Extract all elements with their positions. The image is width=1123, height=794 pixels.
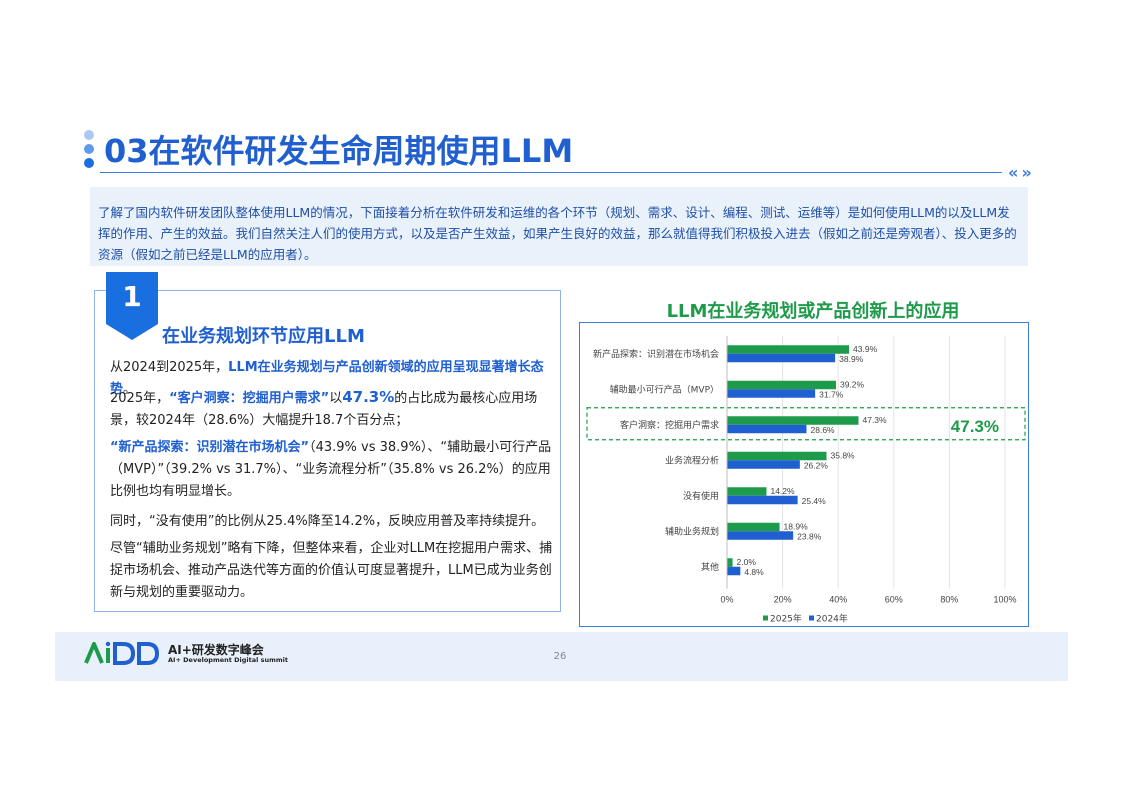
bar-2024 bbox=[727, 460, 800, 469]
p2-highlight: “客户洞察：挖掘用户需求” bbox=[169, 391, 330, 406]
legend-swatch bbox=[809, 615, 814, 621]
value-label-2025: 47.3% bbox=[862, 415, 887, 425]
category-label: 没有使用 bbox=[683, 490, 719, 502]
p2-text-2: 以 bbox=[329, 391, 343, 406]
aidd-logo-icon bbox=[84, 641, 160, 665]
chevrons-icon: « » bbox=[1008, 163, 1032, 182]
value-label-2025: 18.9% bbox=[784, 521, 809, 531]
x-tick-label: 100% bbox=[993, 595, 1016, 605]
bar-2025 bbox=[727, 345, 850, 354]
x-tick-label: 0% bbox=[720, 595, 733, 605]
paragraph-4: 同时，“没有使用”的比例从25.4%降至14.2%，反映应用普及率持续提升。 bbox=[110, 511, 556, 533]
paragraph-3: “新产品探索：识别潜在市场机会”（43.9% vs 38.9%）、“辅助最小可行… bbox=[110, 437, 556, 503]
logo-english-text: AI+ Development Digital summit bbox=[168, 656, 288, 664]
bar-2024 bbox=[727, 531, 794, 540]
page-number: 26 bbox=[553, 651, 567, 662]
p4-text: 同时，“没有使用”的比例从25.4%降至14.2%，反映应用普及率持续提升。 bbox=[110, 514, 545, 529]
paragraph-2: 2025年，“客户洞察：挖掘用户需求”以47.3%的占比成为最核心应用场景，较2… bbox=[110, 386, 556, 432]
bar-2025 bbox=[727, 380, 836, 390]
legend-label: 2025年 bbox=[770, 613, 802, 625]
value-label-2025: 43.9% bbox=[853, 344, 878, 354]
bar-chart: 0% 20% 40% 60% 80% 100% 新产品探索：识别潜在市场机会 43.9%38.… bbox=[586, 336, 1026, 625]
value-label-2025: 35.8% bbox=[831, 450, 856, 460]
section-title: 在业务规划环节应用LLM bbox=[162, 326, 365, 347]
legend-label: 2024年 bbox=[816, 613, 848, 625]
paragraph-5: 尽管“辅助业务规划”略有下降，但整体来看，企业对LLM在挖掘用户需求、捕捉市场机… bbox=[110, 538, 556, 604]
bar-2025 bbox=[727, 522, 780, 532]
value-label-2024: 4.8% bbox=[744, 567, 764, 577]
x-tick-label: 80% bbox=[940, 595, 958, 605]
value-label-2024: 38.9% bbox=[839, 354, 864, 364]
p2-big-value: 47.3% bbox=[342, 388, 395, 406]
bar-2024 bbox=[727, 566, 741, 576]
value-label-2025: 14.2% bbox=[770, 486, 795, 496]
bar-2025 bbox=[727, 558, 733, 567]
p3-highlight: “新产品探索：识别潜在市场机会” bbox=[110, 440, 310, 455]
category-label: 客户洞察：挖掘用户需求 bbox=[620, 419, 719, 431]
bar-2024 bbox=[727, 389, 816, 398]
category-label: 辅助最小可行产品（MVP） bbox=[610, 383, 719, 395]
p1-text: 从2024到2025年， bbox=[110, 360, 229, 375]
p2-text: 2025年， bbox=[110, 391, 170, 406]
intro-text: 了解了国内软件研发团队整体使用LLM的情况，下面接着分析在软件研发和运维的各个环… bbox=[98, 205, 1017, 262]
intro-box: 了解了国内软件研发团队整体使用LLM的情况，下面接着分析在软件研发和运维的各个环… bbox=[90, 187, 1028, 266]
value-label-2024: 23.8% bbox=[797, 531, 822, 541]
page-title: 03在软件研发生命周期使用LLM bbox=[104, 132, 574, 170]
value-label-2025: 39.2% bbox=[840, 379, 865, 389]
category-label: 新产品探索：识别潜在市场机会 bbox=[593, 348, 719, 360]
x-tick-label: 60% bbox=[885, 595, 903, 605]
x-tick-label: 20% bbox=[774, 595, 792, 605]
bar-2024 bbox=[727, 353, 836, 363]
value-label-2024: 31.7% bbox=[819, 389, 844, 399]
value-label-2024: 26.2% bbox=[804, 460, 829, 470]
title-decoration-dots bbox=[84, 130, 96, 168]
bar-2025 bbox=[727, 451, 827, 461]
x-tick-label: 40% bbox=[829, 595, 847, 605]
section-number: 1 bbox=[122, 280, 142, 313]
bar-2024 bbox=[727, 424, 807, 434]
chart-title: LLM在业务规划或产品创新上的应用 bbox=[666, 301, 960, 322]
legend-swatch bbox=[763, 615, 768, 621]
value-label-2024: 28.6% bbox=[811, 425, 836, 435]
category-label: 其他 bbox=[701, 561, 719, 573]
value-label-2024: 25.4% bbox=[802, 496, 827, 506]
aidd-logo bbox=[84, 641, 166, 669]
value-label-2025: 2.0% bbox=[737, 557, 757, 567]
bar-2025 bbox=[727, 487, 767, 496]
category-label: 业务流程分析 bbox=[665, 454, 719, 466]
title-underline bbox=[100, 172, 1002, 173]
bar-2024 bbox=[727, 495, 798, 505]
category-label: 辅助业务规划 bbox=[665, 525, 719, 537]
p5-text: 尽管“辅助业务规划”略有下降，但整体来看，企业对LLM在挖掘用户需求、捕捉市场机… bbox=[110, 541, 553, 600]
highlight-value: 47.3% bbox=[951, 417, 999, 436]
bar-2025 bbox=[727, 416, 859, 425]
